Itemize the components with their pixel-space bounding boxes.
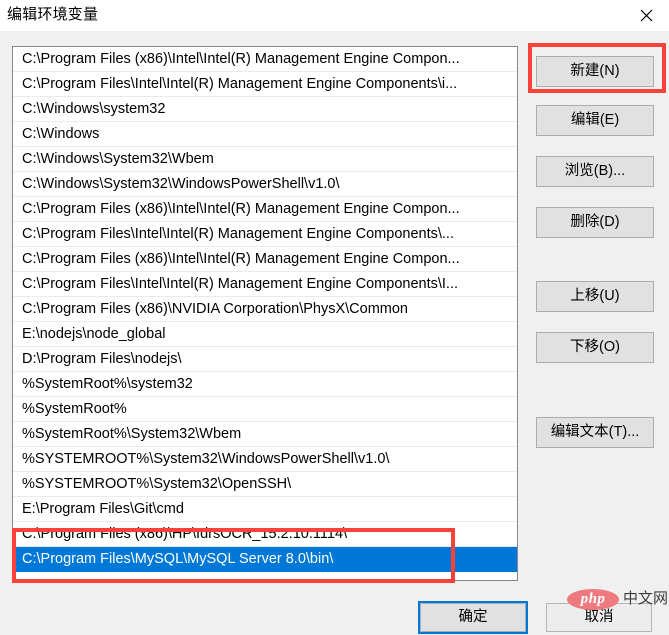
list-item[interactable]: C:\Program Files\Intel\Intel(R) Manageme… (13, 272, 517, 297)
list-item[interactable]: C:\Windows\System32\WindowsPowerShell\v1… (13, 172, 517, 197)
edit-environment-variable-dialog: 编辑环境变量 C:\Program Files (x86)\Intel\Inte… (0, 0, 669, 635)
list-item[interactable]: %SystemRoot% (13, 397, 517, 422)
list-item[interactable]: C:\Program Files (x86)\Intel\Intel(R) Ma… (13, 247, 517, 272)
close-icon[interactable] (623, 0, 669, 31)
list-item[interactable]: C:\Windows\system32 (13, 97, 517, 122)
list-item[interactable]: %SYSTEMROOT%\System32\WindowsPowerShell\… (13, 447, 517, 472)
title-bar: 编辑环境变量 (0, 0, 669, 32)
cancel-button[interactable]: 取消 (546, 603, 652, 632)
list-item[interactable]: C:\Program Files (x86)\NVIDIA Corporatio… (13, 297, 517, 322)
browse-button[interactable]: 浏览(B)... (536, 156, 654, 187)
page-title: 编辑环境变量 (7, 6, 99, 23)
edit-button[interactable]: 编辑(E) (536, 105, 654, 136)
edit-text-button[interactable]: 编辑文本(T)... (536, 417, 654, 448)
delete-button[interactable]: 删除(D) (536, 207, 654, 238)
list-item[interactable]: %SystemRoot%\system32 (13, 372, 517, 397)
list-item[interactable]: C:\Windows (13, 122, 517, 147)
new-button[interactable]: 新建(N) (536, 56, 654, 87)
ok-button[interactable]: 确定 (418, 601, 528, 634)
list-item[interactable]: C:\Program Files\Intel\Intel(R) Manageme… (13, 222, 517, 247)
list-item[interactable]: D:\Program Files\nodejs\ (13, 347, 517, 372)
list-item[interactable]: C:\Program Files (x86)\Intel\Intel(R) Ma… (13, 197, 517, 222)
path-list[interactable]: C:\Program Files (x86)\Intel\Intel(R) Ma… (12, 46, 518, 581)
list-item[interactable]: %SystemRoot%\System32\Wbem (13, 422, 517, 447)
move-down-button[interactable]: 下移(O) (536, 332, 654, 363)
list-item[interactable]: %SYSTEMROOT%\System32\OpenSSH\ (13, 472, 517, 497)
list-item[interactable]: C:\Program Files\MySQL\MySQL Server 8.0\… (13, 547, 517, 572)
list-item[interactable]: C:\Program Files\Intel\Intel(R) Manageme… (13, 72, 517, 97)
list-item[interactable] (13, 572, 517, 580)
list-item[interactable]: C:\Program Files (x86)\Intel\Intel(R) Ma… (13, 47, 517, 72)
move-up-button[interactable]: 上移(U) (536, 281, 654, 312)
list-item[interactable]: C:\Program Files (x86)\HP\IdrsOCR_15.2.1… (13, 522, 517, 547)
list-item[interactable]: E:\nodejs\node_global (13, 322, 517, 347)
list-item[interactable]: C:\Windows\System32\Wbem (13, 147, 517, 172)
path-list-inner: C:\Program Files (x86)\Intel\Intel(R) Ma… (13, 47, 517, 580)
list-item[interactable]: E:\Program Files\Git\cmd (13, 497, 517, 522)
